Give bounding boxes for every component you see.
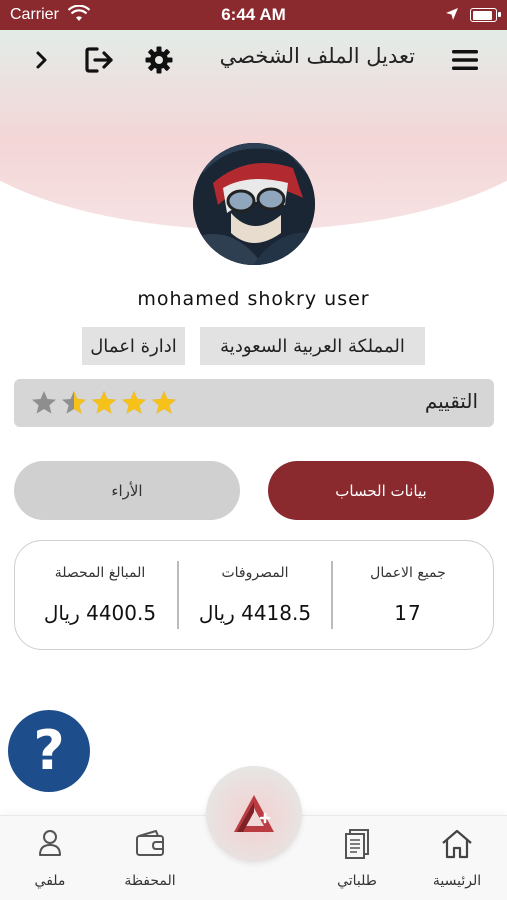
logout-icon bbox=[85, 47, 113, 73]
hamburger-menu-icon bbox=[452, 50, 478, 70]
gear-icon bbox=[145, 46, 173, 74]
center-logo-button[interactable] bbox=[206, 766, 302, 862]
stats-card: جميع الاعمال 17 المصروفات 4418.5 ريال ال… bbox=[14, 540, 494, 650]
country-chip: المملكة العربية السعودية bbox=[200, 327, 425, 365]
star-icon bbox=[62, 391, 86, 414]
stat-collected-label: المبالغ المحصلة bbox=[54, 565, 146, 581]
avatar[interactable] bbox=[193, 143, 315, 265]
settings-button[interactable] bbox=[140, 42, 178, 78]
nav-my-profile-label: ملفي bbox=[34, 873, 66, 889]
stat-expenses: المصروفات 4418.5 ريال bbox=[180, 541, 330, 651]
star-icon bbox=[32, 391, 56, 414]
battery-fill bbox=[472, 10, 493, 20]
rating-bar: التقييم bbox=[14, 379, 494, 427]
nav-home[interactable]: الرئيسية bbox=[407, 816, 507, 900]
stat-expenses-label: المصروفات bbox=[221, 565, 289, 581]
nav-wallet-label: المحفظة bbox=[124, 873, 176, 889]
nav-my-orders-label: طلباتي bbox=[337, 873, 377, 889]
avatar-photo bbox=[193, 143, 315, 265]
stat-collected-value: 4400.5 ريال bbox=[43, 601, 157, 625]
stats-divider bbox=[331, 561, 333, 629]
document-icon bbox=[345, 829, 369, 859]
logout-button[interactable] bbox=[82, 42, 118, 78]
chevron-right-icon bbox=[36, 51, 47, 69]
rating-stars bbox=[30, 389, 178, 417]
star-icon bbox=[152, 391, 176, 414]
profile-screen: Carrier 6:44 AM تعديل الملف الشخصي moham… bbox=[0, 0, 507, 900]
wallet-icon bbox=[136, 830, 164, 856]
job-chip: ادارة اعمال bbox=[82, 327, 185, 365]
stat-collected: المبالغ المحصلة 4400.5 ريال bbox=[25, 541, 175, 651]
nav-home-label: الرئيسية bbox=[432, 873, 482, 889]
app-logo-icon bbox=[234, 795, 274, 832]
clock: 6:44 AM bbox=[221, 5, 286, 24]
battery-icon bbox=[470, 8, 501, 22]
star-icon bbox=[92, 391, 116, 414]
nav-my-orders[interactable]: طلباتي bbox=[307, 816, 407, 900]
user-icon bbox=[39, 830, 61, 856]
home-icon bbox=[442, 829, 472, 859]
location-arrow-icon bbox=[445, 7, 459, 26]
menu-button[interactable] bbox=[449, 42, 481, 78]
back-button[interactable] bbox=[26, 42, 56, 78]
nav-wallet[interactable]: المحفظة bbox=[100, 816, 200, 900]
star-icon bbox=[122, 391, 146, 414]
tab-account-data[interactable]: بيانات الحساب bbox=[268, 461, 494, 520]
page-title: تعديل الملف الشخصي bbox=[219, 44, 415, 68]
stat-expenses-value: 4418.5 ريال bbox=[198, 601, 312, 625]
help-button[interactable]: ? bbox=[8, 710, 90, 792]
stats-divider bbox=[177, 561, 179, 629]
stat-all-jobs-label: جميع الاعمال bbox=[370, 565, 446, 581]
tab-reviews[interactable]: الأراء bbox=[14, 461, 240, 520]
status-bar: Carrier 6:44 AM bbox=[0, 0, 507, 30]
rating-label: التقييم bbox=[424, 389, 478, 413]
stat-all-jobs-value: 17 bbox=[394, 601, 422, 625]
question-mark-icon: ? bbox=[33, 719, 65, 782]
nav-my-profile[interactable]: ملفي bbox=[0, 816, 100, 900]
top-bar: تعديل الملف الشخصي bbox=[0, 30, 507, 90]
stat-all-jobs: جميع الاعمال 17 bbox=[333, 541, 483, 651]
username: mohamed shokry user bbox=[137, 288, 370, 310]
